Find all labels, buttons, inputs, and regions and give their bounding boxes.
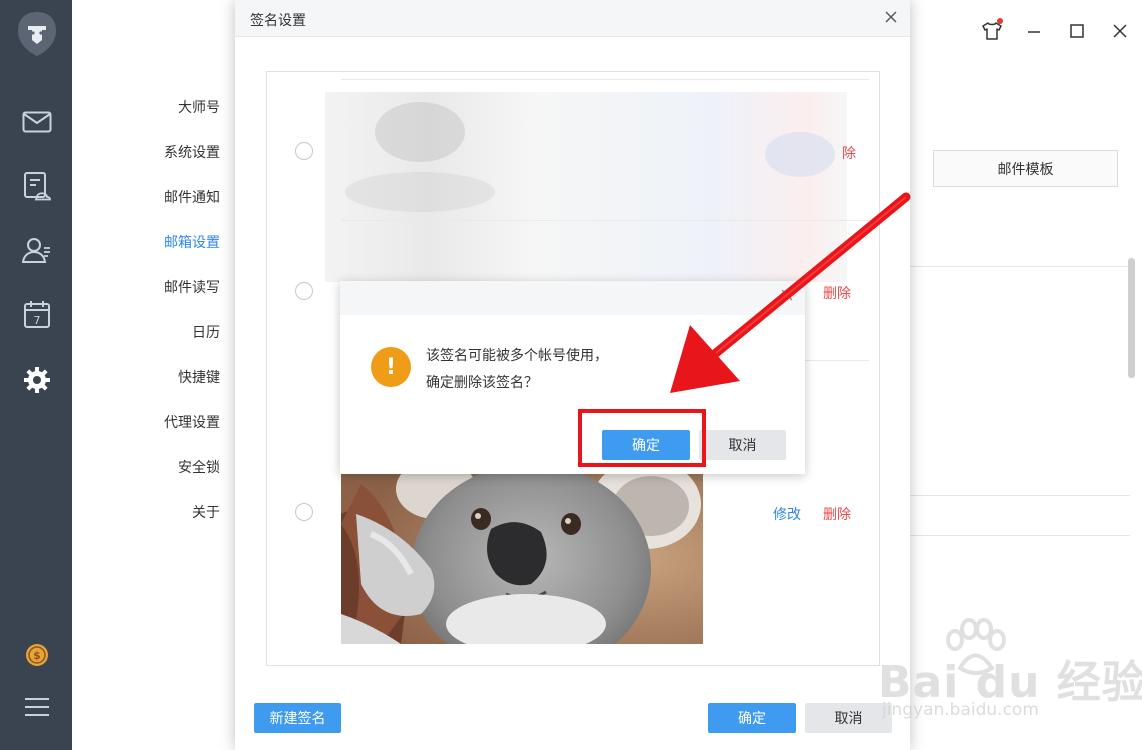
app-sidebar: 7 $ xyxy=(0,0,72,750)
nav-item-lock[interactable]: 安全锁 xyxy=(178,457,220,477)
new-signature-button[interactable]: 新建签名 xyxy=(254,703,341,733)
confirm-message-line1: 该签名可能被多个帐号使用， xyxy=(426,348,608,364)
dialog-title: 签名设置 xyxy=(250,13,306,29)
page-scrollbar[interactable] xyxy=(1128,258,1135,378)
dialog-ok-button[interactable]: 确定 xyxy=(708,703,796,733)
divider xyxy=(910,495,1130,496)
tab-mail-template[interactable]: 邮件模板 xyxy=(933,150,1118,187)
divider xyxy=(910,535,1130,536)
skin-icon[interactable] xyxy=(979,18,1005,44)
warning-icon: ! xyxy=(371,347,411,387)
edit-link-3[interactable]: 修改 xyxy=(773,504,801,524)
nav-item-system[interactable]: 系统设置 xyxy=(164,142,220,162)
dialog-titlebar: 签名设置 xyxy=(235,0,910,37)
nav-item-about[interactable]: 关于 xyxy=(192,502,220,522)
nav-item-read-write[interactable]: 邮件读写 xyxy=(164,277,220,297)
nav-item-notify[interactable]: 邮件通知 xyxy=(164,187,220,207)
settings-icon[interactable] xyxy=(18,361,56,399)
confirm-message-line2: 确定删除该签名？ xyxy=(426,375,538,391)
calendar-day: 7 xyxy=(34,314,41,327)
dialog-close-icon[interactable] xyxy=(880,6,902,28)
watermark-url: jingyan.baidu.com xyxy=(882,700,1039,720)
nav-item-proxy[interactable]: 代理设置 xyxy=(164,412,220,432)
nav-item-mailbox[interactable]: 邮箱设置 xyxy=(164,232,220,252)
notes-icon[interactable] xyxy=(18,167,56,205)
nav-item-calendar[interactable]: 日历 xyxy=(192,322,220,342)
annotation-arrow-icon xyxy=(670,192,911,393)
coin-icon[interactable]: $ xyxy=(18,636,56,674)
divider xyxy=(341,79,869,80)
logo-icon xyxy=(16,10,58,58)
baidu-watermark: Bai du 经验 jingyan.baidu.com xyxy=(870,618,1142,728)
delete-link-1[interactable]: 除 xyxy=(842,143,856,163)
calendar-icon[interactable]: 7 xyxy=(18,295,56,333)
highlight-box xyxy=(578,409,706,467)
maximize-icon[interactable] xyxy=(1064,18,1090,44)
signature-image-koala xyxy=(341,474,703,644)
contacts-icon[interactable] xyxy=(18,231,56,269)
mail-icon[interactable] xyxy=(18,103,56,141)
divider xyxy=(910,266,1130,267)
nav-item-master[interactable]: 大师号 xyxy=(178,97,220,117)
minimize-icon[interactable] xyxy=(1021,18,1047,44)
signature-radio-3[interactable] xyxy=(295,503,313,521)
signature-radio-1[interactable] xyxy=(295,142,313,160)
close-window-icon[interactable] xyxy=(1107,18,1133,44)
menu-icon[interactable] xyxy=(18,688,56,726)
svg-text:$: $ xyxy=(33,649,41,662)
nav-item-shortcuts[interactable]: 快捷键 xyxy=(178,367,220,387)
delete-link-3[interactable]: 删除 xyxy=(823,504,851,524)
notification-dot xyxy=(997,18,1003,24)
signature-radio-2[interactable] xyxy=(295,282,313,300)
confirm-cancel-button[interactable]: 取消 xyxy=(699,430,786,460)
